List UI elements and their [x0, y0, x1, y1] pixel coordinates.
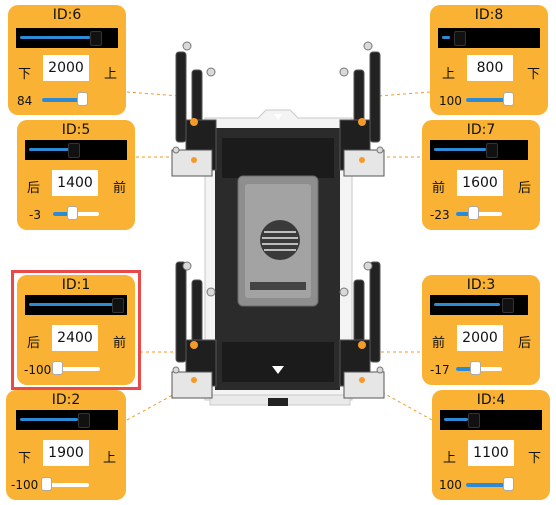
position-bar-knob[interactable]: [502, 298, 514, 313]
offset-value: -100: [11, 478, 39, 492]
servo-panel-id5: ID:5 后 1400 前 -3: [17, 120, 135, 230]
offset-slider-thumb[interactable]: [503, 92, 514, 106]
offset-slider-fill: [42, 98, 80, 102]
position-bar[interactable]: [440, 410, 542, 430]
label-right: 后: [518, 336, 532, 351]
offset-slider-thumb[interactable]: [41, 477, 52, 491]
position-bar-fill: [434, 148, 486, 151]
offset-value: -100: [24, 363, 52, 377]
servo-panel-id2: ID:2 下 1900 上 -100: [6, 390, 126, 500]
offset-slider-thumb[interactable]: [67, 206, 78, 220]
position-bar-knob[interactable]: [468, 413, 480, 428]
label-right: 前: [113, 181, 127, 196]
position-bar-knob[interactable]: [486, 143, 498, 158]
label-left: 后: [27, 181, 41, 196]
position-bar[interactable]: [25, 140, 127, 160]
servo-panel-id7: ID:7 前 1600 后 -23: [422, 120, 540, 230]
position-bar-fill: [20, 36, 90, 39]
offset-slider[interactable]: [456, 206, 502, 220]
position-bar-fill: [434, 303, 500, 306]
position-value[interactable]: 1900: [43, 440, 89, 466]
servo-panel-id6: ID:6 下 2000 上 84: [8, 5, 126, 115]
offset-slider[interactable]: [41, 477, 89, 491]
label-right: 前: [113, 336, 127, 351]
offset-slider-thumb[interactable]: [503, 477, 514, 491]
position-bar[interactable]: [16, 28, 118, 48]
position-bar-knob[interactable]: [454, 31, 466, 46]
servo-title: ID:5: [61, 122, 91, 138]
position-bar[interactable]: [438, 28, 540, 48]
position-bar-fill: [444, 418, 468, 421]
position-value[interactable]: 1400: [52, 170, 98, 196]
servo-panel-id1: ID:1 后 2400 前 -100: [17, 275, 135, 385]
offset-value: -23: [430, 208, 450, 222]
offset-slider-thumb[interactable]: [468, 206, 479, 220]
offset-slider-fill: [466, 483, 506, 487]
offset-slider[interactable]: [466, 477, 514, 491]
offset-slider[interactable]: [456, 361, 502, 375]
position-value[interactable]: 2000: [43, 55, 89, 81]
position-bar-knob[interactable]: [68, 143, 80, 158]
label-left: 前: [432, 181, 446, 196]
position-bar[interactable]: [430, 295, 528, 315]
position-value[interactable]: 2400: [52, 325, 98, 351]
label-right: 后: [518, 181, 532, 196]
servo-title: ID:7: [466, 122, 496, 138]
servo-title: ID:8: [474, 7, 504, 23]
position-bar-knob[interactable]: [112, 298, 124, 313]
position-bar[interactable]: [430, 140, 528, 160]
offset-value: 100: [439, 478, 462, 492]
position-value[interactable]: 1600: [457, 170, 503, 196]
offset-slider[interactable]: [52, 361, 100, 375]
offset-value: 84: [17, 94, 33, 108]
offset-slider[interactable]: [53, 206, 99, 220]
label-right: 上: [104, 67, 118, 82]
offset-value: -17: [430, 363, 450, 377]
position-bar-fill: [29, 148, 69, 151]
position-value[interactable]: 800: [467, 55, 513, 81]
servo-title: ID:4: [476, 392, 506, 408]
position-bar-fill: [442, 36, 450, 39]
offset-slider[interactable]: [42, 92, 88, 106]
label-right: 下: [528, 451, 542, 466]
servo-title: ID:2: [51, 392, 81, 408]
position-bar-knob[interactable]: [78, 413, 90, 428]
label-left: 前: [432, 336, 446, 351]
servo-panel-id8: ID:8 上 800 下 100: [430, 5, 548, 115]
label-left: 下: [18, 67, 32, 82]
label-right: 上: [103, 451, 117, 466]
position-bar-fill: [29, 303, 113, 306]
offset-slider-thumb[interactable]: [52, 361, 63, 375]
offset-value: -3: [29, 208, 41, 222]
position-bar[interactable]: [25, 295, 127, 315]
label-left: 下: [18, 451, 32, 466]
label-left: 后: [27, 336, 41, 351]
servo-title: ID:3: [466, 277, 496, 293]
offset-slider-thumb[interactable]: [470, 361, 481, 375]
offset-slider-fill: [466, 98, 506, 102]
offset-value: 100: [439, 94, 462, 108]
position-bar-fill: [20, 418, 78, 421]
label-right: 下: [527, 67, 541, 82]
label-left: 上: [443, 451, 457, 466]
offset-slider[interactable]: [466, 92, 514, 106]
offset-slider-thumb[interactable]: [77, 92, 88, 106]
position-value[interactable]: 2000: [457, 325, 503, 351]
position-value[interactable]: 1100: [468, 440, 514, 466]
servo-title: ID:1: [61, 277, 91, 293]
servo-title: ID:6: [52, 7, 82, 23]
label-left: 上: [442, 67, 456, 82]
servo-panel-id3: ID:3 前 2000 后 -17: [422, 275, 540, 385]
position-bar[interactable]: [16, 410, 118, 430]
position-bar-knob[interactable]: [90, 31, 102, 46]
servo-panel-id4: ID:4 上 1100 下 100: [432, 390, 550, 500]
